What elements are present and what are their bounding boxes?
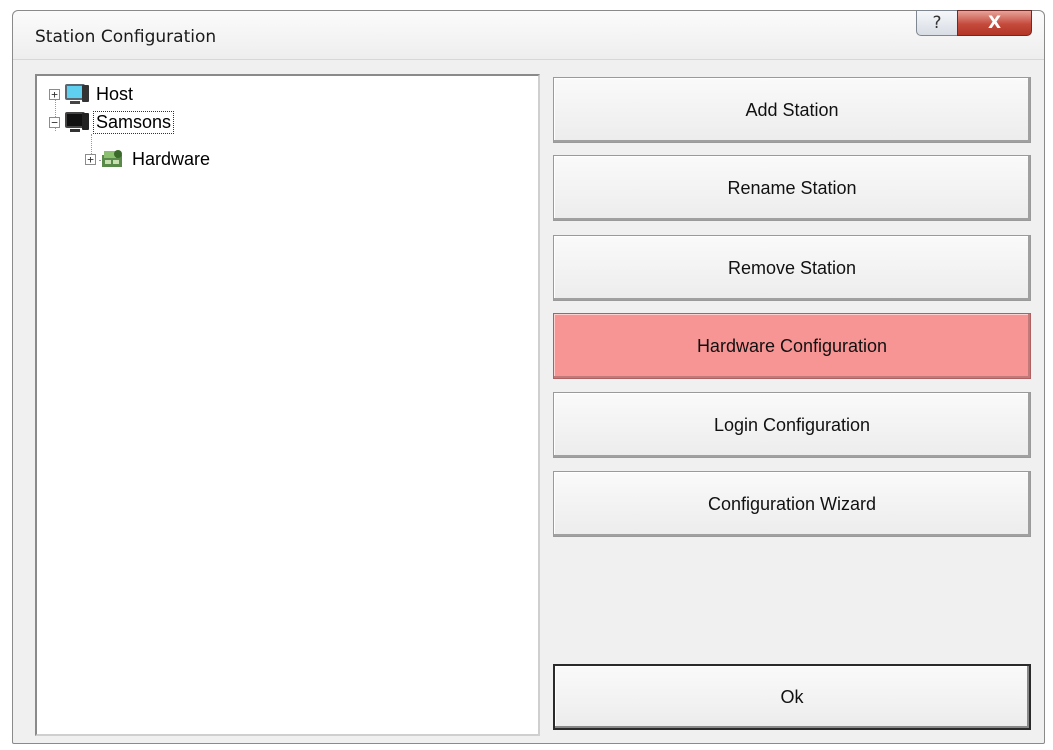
add-station-button[interactable]: Add Station [553, 77, 1031, 143]
help-icon: ? [932, 13, 942, 33]
window-title: Station Configuration [35, 27, 217, 47]
expand-icon[interactable]: + [85, 153, 96, 165]
title-bar: Station Configuration ? X [13, 10, 1044, 60]
tree-item-samsons[interactable]: − Samsons [49, 109, 175, 135]
close-icon: X [987, 13, 1002, 33]
collapse-icon[interactable]: − [49, 116, 60, 128]
login-configuration-button[interactable]: Login Configuration [553, 392, 1031, 458]
help-button[interactable]: ? [916, 10, 958, 36]
tree-item-label: Host [96, 83, 134, 104]
tree-item-host[interactable]: + Host [49, 81, 135, 107]
hardware-configuration-button[interactable]: Hardware Configuration [553, 313, 1031, 379]
rename-station-button[interactable]: Rename Station [553, 155, 1031, 221]
monitor-icon [65, 112, 89, 132]
configuration-wizard-button[interactable]: Configuration Wizard [553, 471, 1031, 537]
station-configuration-dialog: Station Configuration ? X + Host − Samso… [12, 10, 1045, 744]
tree-item-label: Samsons [92, 110, 175, 134]
close-button[interactable]: X [957, 10, 1032, 36]
tree-item-label: Hardware [132, 148, 211, 169]
ok-button[interactable]: Ok [553, 664, 1031, 730]
station-tree[interactable]: + Host − Samsons + Hardware [35, 74, 540, 736]
hardware-icon [102, 150, 122, 167]
remove-station-button[interactable]: Remove Station [553, 235, 1031, 301]
expand-icon[interactable]: + [49, 88, 60, 100]
tree-item-hardware[interactable]: + Hardware [85, 146, 212, 172]
monitor-icon [65, 84, 89, 104]
